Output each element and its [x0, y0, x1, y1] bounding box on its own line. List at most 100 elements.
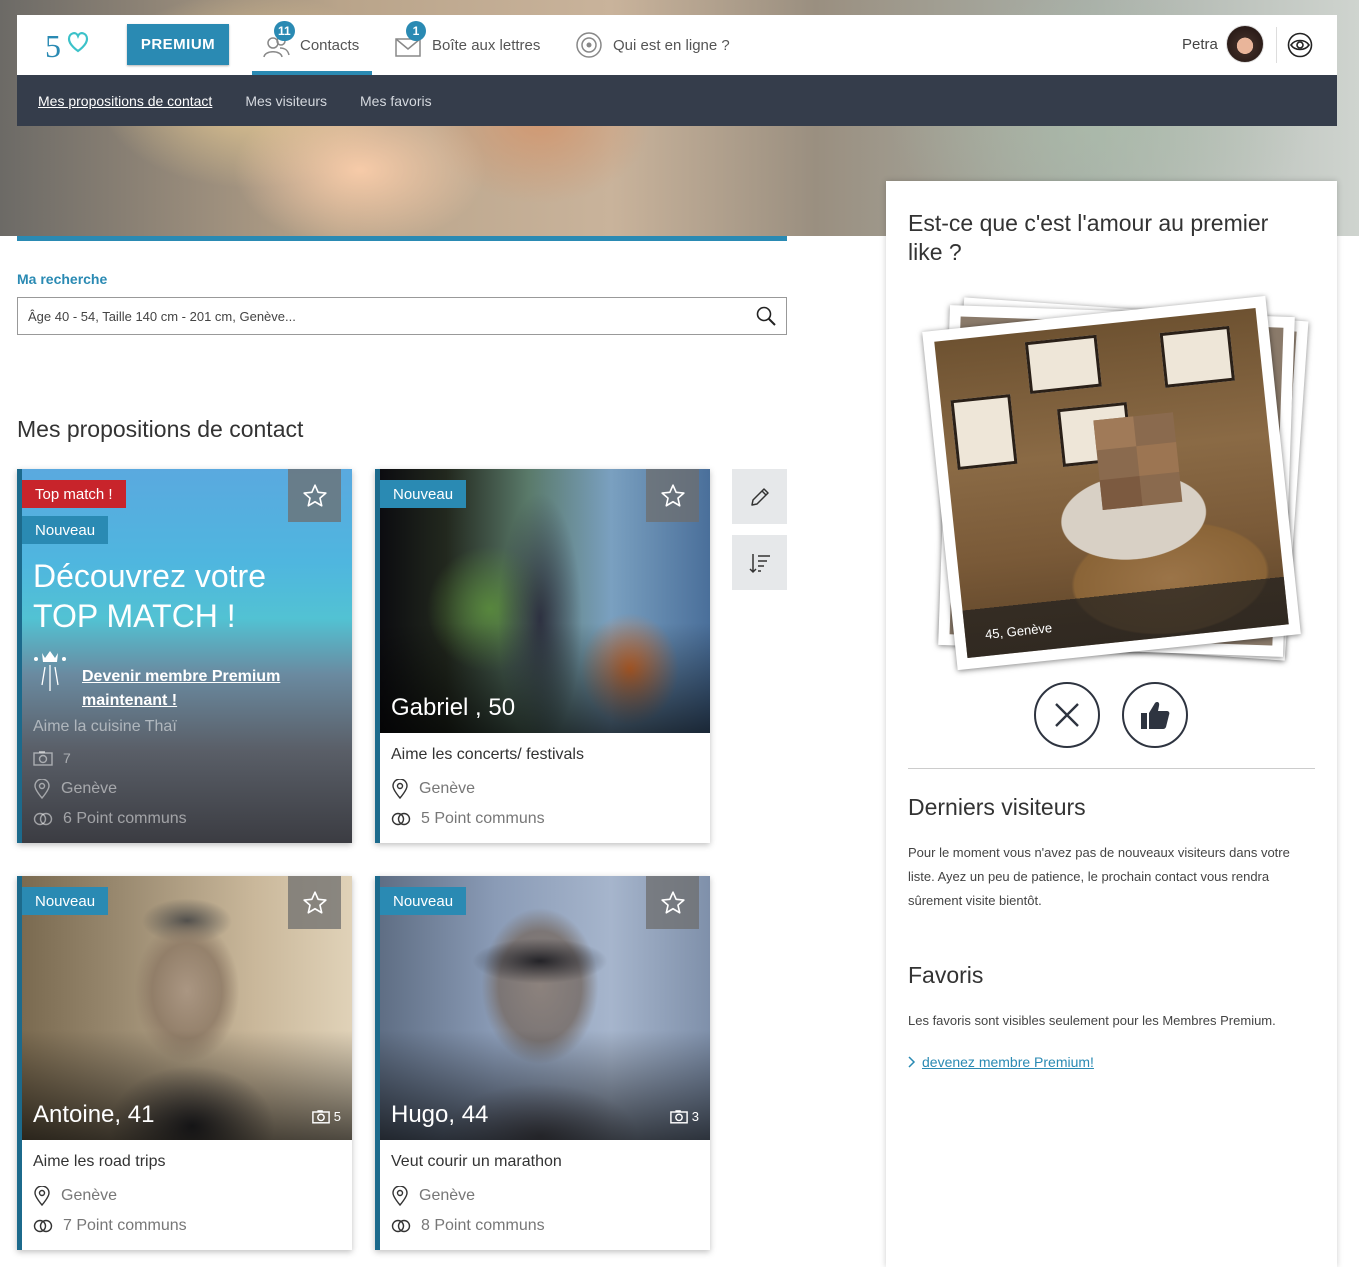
like-photo-card[interactable]: 45, Genève	[922, 295, 1301, 671]
visitors-title: Derniers visiteurs	[908, 794, 1086, 820]
nav-online[interactable]: Qui est en ligne ?	[575, 15, 730, 75]
profile-name[interactable]: Antoine, 41	[33, 1101, 154, 1129]
favorite-star-button[interactable]	[646, 876, 699, 929]
profile-description: Aime les road trips	[33, 1153, 166, 1170]
top-match-headline: Découvrez votre TOP MATCH !	[33, 556, 266, 636]
common-points-row: 5 Point communs	[391, 810, 545, 828]
search-field[interactable]	[17, 297, 787, 335]
mail-icon: 1	[394, 21, 426, 59]
premium-link-line-1: Devenir membre Premium	[82, 668, 281, 685]
svg-text:5: 5	[45, 28, 61, 63]
top-match-card[interactable]: Top match ! Nouveau Découvrez votre TOP …	[17, 469, 352, 843]
location-pin-icon	[392, 779, 408, 799]
profile-name[interactable]: Hugo, 44	[391, 1101, 488, 1129]
subnav-visitors[interactable]: Mes visiteurs	[245, 93, 327, 109]
new-tag: Nouveau	[22, 516, 109, 544]
sort-icon	[748, 553, 770, 573]
mailbox-badge: 1	[406, 21, 426, 41]
pixelated-face	[1093, 412, 1183, 511]
city-row: Genève	[391, 779, 475, 799]
photo-count: 3	[669, 1109, 699, 1124]
headline-line-2: TOP MATCH !	[33, 598, 236, 634]
crown-fireworks-icon	[33, 649, 67, 698]
like-button[interactable]	[1122, 682, 1188, 748]
side-panel: Est-ce que c'est l'amour au premier like…	[886, 181, 1337, 1267]
city-row: Genève	[33, 1186, 117, 1206]
contacts-icon: 11	[262, 21, 295, 59]
user-name[interactable]: Petra	[1182, 36, 1218, 53]
common-points-value: 8 Point communs	[421, 1217, 545, 1234]
city-row: Genève	[33, 779, 117, 799]
interlocked-rings-icon	[33, 812, 53, 826]
like-photo-stack[interactable]: 45, Genève	[922, 295, 1309, 671]
become-premium-link[interactable]: Devenir membre Premium maintenant !	[82, 665, 280, 713]
profile-card[interactable]: Nouveau Antoine, 41 5 Aime les road trip…	[17, 876, 352, 1250]
profile-name[interactable]: Gabriel , 50	[391, 694, 515, 722]
site-logo[interactable]: 5	[45, 25, 89, 64]
nav-contacts-label: Contacts	[300, 36, 360, 54]
new-tag: Nouveau	[22, 887, 109, 915]
like-caption: 45, Genève	[984, 620, 1053, 642]
location-pin-icon	[392, 1186, 408, 1206]
favorite-star-button[interactable]	[288, 876, 341, 929]
favorites-text: Les favoris sont visibles seulement pour…	[908, 1013, 1276, 1028]
profile-description: Veut courir un marathon	[391, 1153, 562, 1170]
user-avatar[interactable]	[1226, 25, 1264, 63]
become-premium-favorites-link[interactable]: devenez membre Premium!	[908, 1054, 1094, 1070]
common-points-value: 5 Point communs	[421, 810, 545, 827]
common-points-value: 6 Point communs	[63, 810, 187, 827]
city-value: Genève	[419, 780, 476, 797]
profile-card[interactable]: Nouveau Gabriel , 50 Aime les concerts/ …	[375, 469, 710, 843]
subnav-proposals[interactable]: Mes propositions de contact	[38, 93, 212, 109]
like-photo: 45, Genève	[934, 307, 1289, 659]
nav-divider	[1276, 27, 1277, 63]
interlocked-rings-icon	[391, 812, 411, 826]
star-icon	[660, 483, 685, 507]
search-icon[interactable]	[756, 306, 776, 326]
nav-mailbox[interactable]: 1 Boîte aux lettres	[394, 15, 540, 75]
close-icon	[1055, 703, 1079, 727]
hero-accent-line	[17, 236, 787, 241]
star-icon	[302, 483, 327, 507]
star-icon	[302, 890, 327, 914]
visibility-eye-icon[interactable]	[1287, 32, 1313, 58]
premium-button[interactable]: PREMIUM	[127, 24, 229, 65]
sort-button[interactable]	[732, 535, 787, 590]
profile-card[interactable]: Nouveau Hugo, 44 3 Veut courir un marath…	[375, 876, 710, 1250]
photo-count-value: 3	[691, 1109, 699, 1124]
like-title: Est-ce que c'est l'amour au premier like…	[908, 210, 1269, 265]
new-tag: Nouveau	[380, 887, 467, 915]
nav-mailbox-label: Boîte aux lettres	[432, 36, 541, 54]
wall-frame	[1024, 334, 1102, 395]
common-points-row: 7 Point communs	[33, 1217, 187, 1235]
favorite-star-button[interactable]	[646, 469, 699, 522]
nav-online-label: Qui est en ligne ?	[613, 36, 730, 54]
nav-contacts[interactable]: 11 Contacts	[252, 15, 372, 75]
common-points-value: 7 Point communs	[63, 1217, 187, 1234]
top-match-tag: Top match !	[22, 480, 126, 508]
favorite-star-button[interactable]	[288, 469, 341, 522]
premium-link-line-2: maintenant !	[82, 692, 178, 709]
camera-icon	[33, 751, 53, 766]
wall-frame	[950, 394, 1018, 470]
dislike-button[interactable]	[1034, 682, 1100, 748]
photo-count: 7	[33, 750, 71, 766]
interest-text: Aime la cuisine Thaï	[33, 718, 177, 735]
search-input[interactable]	[18, 298, 718, 334]
city-value: Genève	[61, 780, 118, 797]
subnav-favorites[interactable]: Mes favoris	[360, 93, 432, 109]
headline-line-1: Découvrez votre	[33, 558, 266, 594]
become-premium-favorites-label: devenez membre Premium!	[922, 1054, 1094, 1070]
interlocked-rings-icon	[33, 1219, 53, 1233]
edit-search-button[interactable]	[732, 469, 787, 524]
location-pin-icon	[34, 1186, 50, 1206]
photo-count-value: 5	[333, 1109, 341, 1124]
interlocked-rings-icon	[391, 1219, 411, 1233]
wall-frame	[1159, 325, 1235, 388]
favorites-title: Favoris	[908, 962, 984, 988]
photo-count-value: 7	[63, 750, 71, 766]
pencil-icon	[750, 487, 769, 506]
location-pin-icon	[34, 779, 50, 799]
camera-icon	[669, 1110, 688, 1124]
profile-description: Aime les concerts/ festivals	[391, 746, 584, 763]
